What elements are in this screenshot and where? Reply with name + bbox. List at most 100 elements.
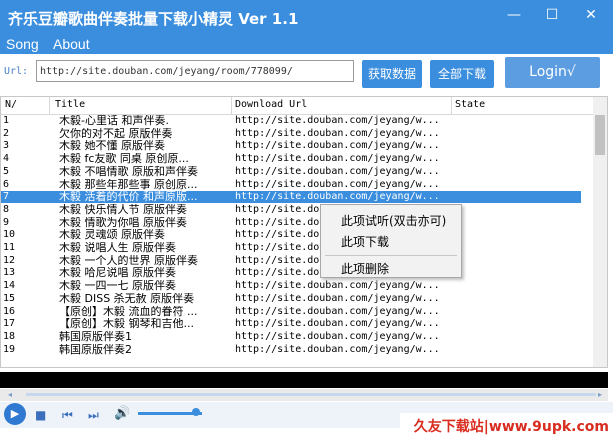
prev-icon[interactable]: ⏮ [62, 408, 73, 422]
row-title: 欠你的对不起 原版伴奏 [59, 128, 173, 140]
row-title: 木毅 灵魂颂 原版伴奏 [59, 229, 165, 241]
context-item-download[interactable]: 此项下载 [341, 233, 389, 250]
download-all-button[interactable]: 全部下载 [430, 60, 494, 88]
title-bar: 齐乐豆瓣歌曲伴奏批量下载小精灵 Ver 1.1 — ☐ ✕ [0, 0, 613, 34]
row-download-url: http://site.douban.com/jeyang/w... [235, 179, 440, 190]
table-row[interactable]: 12 木毅 一个人的世界 原版伴奏 http://site.do [1, 255, 581, 267]
table-row[interactable]: 19 韩国原版伴奏2 http://site.douban.com/jeyang/w… [1, 344, 581, 356]
seek-left-icon: ◂ [8, 390, 13, 399]
context-divider [325, 255, 457, 256]
row-title: 木毅 活着的代价 和声原版... [59, 191, 198, 203]
row-number: 12 [3, 255, 16, 266]
row-number: 17 [3, 318, 16, 329]
table-header: N/ Title Download Url State [1, 97, 593, 115]
row-title: 木毅-心里话 和声伴奏. [59, 115, 169, 127]
url-input[interactable] [36, 60, 354, 82]
row-number: 10 [3, 229, 16, 240]
table-row[interactable]: 11 木毅 说唱人生 原版伴奏 http://site.do [1, 242, 581, 254]
table-row[interactable]: 13 木毅 哈尼说唱 原版伴奏 http://site.do [1, 267, 581, 279]
table-row[interactable]: 10 木毅 灵魂颂 原版伴奏 http://site.do [1, 229, 581, 241]
row-number: 3 [3, 140, 10, 151]
video-area [0, 372, 608, 388]
menu-about[interactable]: About [50, 34, 93, 54]
row-number: 2 [3, 128, 10, 139]
table-row[interactable]: 18 韩国原版伴奏1 http://site.douban.com/jeyang/w… [1, 331, 581, 343]
row-number: 4 [3, 153, 10, 164]
menu-song[interactable]: Song [3, 34, 42, 54]
row-download-url: http://site.douban.com/jeyang/w... [235, 166, 440, 177]
progress-bar[interactable] [26, 393, 596, 396]
row-download-url: http://site.douban.com/jeyang/w... [235, 331, 440, 342]
stop-icon[interactable]: ■ [35, 408, 46, 422]
table-row[interactable]: 14 木毅 一四一七 原版伴奏 http://site.douban.com/jey… [1, 280, 581, 292]
row-number: 6 [3, 179, 10, 190]
close-button[interactable]: ✕ [572, 2, 610, 28]
table-scrollbar[interactable] [593, 97, 607, 367]
context-menu: 此项试听(双击亦可) 此项下载 此项删除 [320, 204, 462, 278]
row-number: 19 [3, 344, 16, 355]
column-header-state[interactable]: State [455, 99, 485, 110]
row-number: 1 [3, 115, 10, 126]
column-header-title[interactable]: Title [55, 99, 85, 110]
menu-bar: Song About [0, 34, 613, 54]
table-row[interactable]: 2 欠你的对不起 原版伴奏 http://site.douban.com/jeyan… [1, 128, 581, 140]
table-row[interactable]: 8 木毅 快乐情人节 原版伴奏 http://site.do [1, 204, 581, 216]
column-header-download-url[interactable]: Download Url [235, 99, 307, 110]
row-download-url: http://site.douban.com/jeyang/w... [235, 344, 440, 355]
fetch-data-button[interactable]: 获取数据 [362, 60, 422, 88]
row-title: 木毅 一个人的世界 原版伴奏 [59, 255, 198, 267]
table-body: 1 木毅-心里话 和声伴奏. http://site.douban.com/jeya… [1, 115, 593, 367]
table-row[interactable]: 9 木毅 情歌为你唱 原版伴奏 http://site.do [1, 217, 581, 229]
row-title: 木毅 一四一七 原版伴奏 [59, 280, 176, 292]
login-button[interactable]: Login√ [505, 57, 600, 88]
table-row[interactable]: 16 【原创】木毅 流血的眷符 ... http://site.douban.com… [1, 306, 581, 318]
row-number: 7 [3, 191, 10, 202]
row-title: 韩国原版伴奏2 [59, 344, 132, 356]
next-icon[interactable]: ⏭ [88, 408, 99, 422]
volume-slider-thumb[interactable] [192, 408, 200, 416]
table-row[interactable]: 17 【原创】木毅 钢琴和吉他... http://site.douban.com/… [1, 318, 581, 330]
row-number: 11 [3, 242, 16, 253]
row-number: 9 [3, 217, 10, 228]
row-download-url: http://site.douban.com/jeyang/w... [235, 306, 440, 317]
volume-icon[interactable]: 🔊 [114, 407, 130, 421]
row-number: 18 [3, 331, 16, 342]
play-icon[interactable]: ▶ [4, 403, 26, 425]
row-download-url: http://site.douban.com/jeyang/w... [235, 280, 440, 291]
row-title: 木毅 不唱情歌 原版和声伴奏 [59, 166, 198, 178]
context-item-preview[interactable]: 此项试听(双击亦可) [341, 212, 446, 229]
url-label: Url: [4, 66, 29, 77]
scrollbar-thumb[interactable] [595, 115, 605, 155]
site-watermark: 久友下载站|www.9upk.com [400, 413, 613, 441]
row-download-url: http://site.douban.com/jeyang/w... [235, 140, 440, 151]
column-header-no[interactable]: N/ [5, 99, 17, 110]
table-row[interactable]: 7 木毅 活着的代价 和声原版... http://site.douban.com/… [1, 191, 581, 203]
row-number: 15 [3, 293, 16, 304]
table-row[interactable]: 15 木毅 DISS 杀无赦 原版伴奏 http://site.douban.com… [1, 293, 581, 305]
row-number: 14 [3, 280, 16, 291]
table-row[interactable]: 5 木毅 不唱情歌 原版和声伴奏 http://site.douban.com/je… [1, 166, 581, 178]
row-download-url: http://site.douban.com/jeyang/w... [235, 128, 440, 139]
row-download-url: http://site.douban.com/jeyang/w... [235, 115, 440, 126]
maximize-button[interactable]: ☐ [533, 2, 571, 28]
table-row[interactable]: 6 木毅 那些年那些事 原创原... http://site.douban.com/… [1, 179, 581, 191]
row-title: 木毅 她不懂 原版伴奏 [59, 140, 165, 152]
row-title: 木毅 哈尼说唱 原版伴奏 [59, 267, 176, 279]
row-number: 5 [3, 166, 10, 177]
row-title: 【原创】木毅 钢琴和吉他... [59, 318, 194, 330]
table-row[interactable]: 3 木毅 她不懂 原版伴奏 http://site.douban.com/jeyan… [1, 140, 581, 152]
seek-right-icon: ▸ [598, 390, 603, 399]
row-title: 韩国原版伴奏1 [59, 331, 132, 343]
row-title: 木毅 fc友歌 同桌 原创原... [59, 153, 189, 165]
row-title: 木毅 情歌为你唱 原版伴奏 [59, 217, 187, 229]
table-row[interactable]: 4 木毅 fc友歌 同桌 原创原... http://site.douban.com… [1, 153, 581, 165]
row-number: 16 [3, 306, 16, 317]
row-number: 13 [3, 267, 16, 278]
row-title: 木毅 说唱人生 原版伴奏 [59, 242, 176, 254]
row-title: 【原创】木毅 流血的眷符 ... [59, 306, 198, 318]
context-item-delete[interactable]: 此项删除 [341, 260, 389, 277]
minimize-button[interactable]: — [495, 2, 533, 28]
row-number: 8 [3, 204, 10, 215]
table-row[interactable]: 1 木毅-心里话 和声伴奏. http://site.douban.com/jeya… [1, 115, 581, 127]
row-title: 木毅 快乐情人节 原版伴奏 [59, 204, 187, 216]
